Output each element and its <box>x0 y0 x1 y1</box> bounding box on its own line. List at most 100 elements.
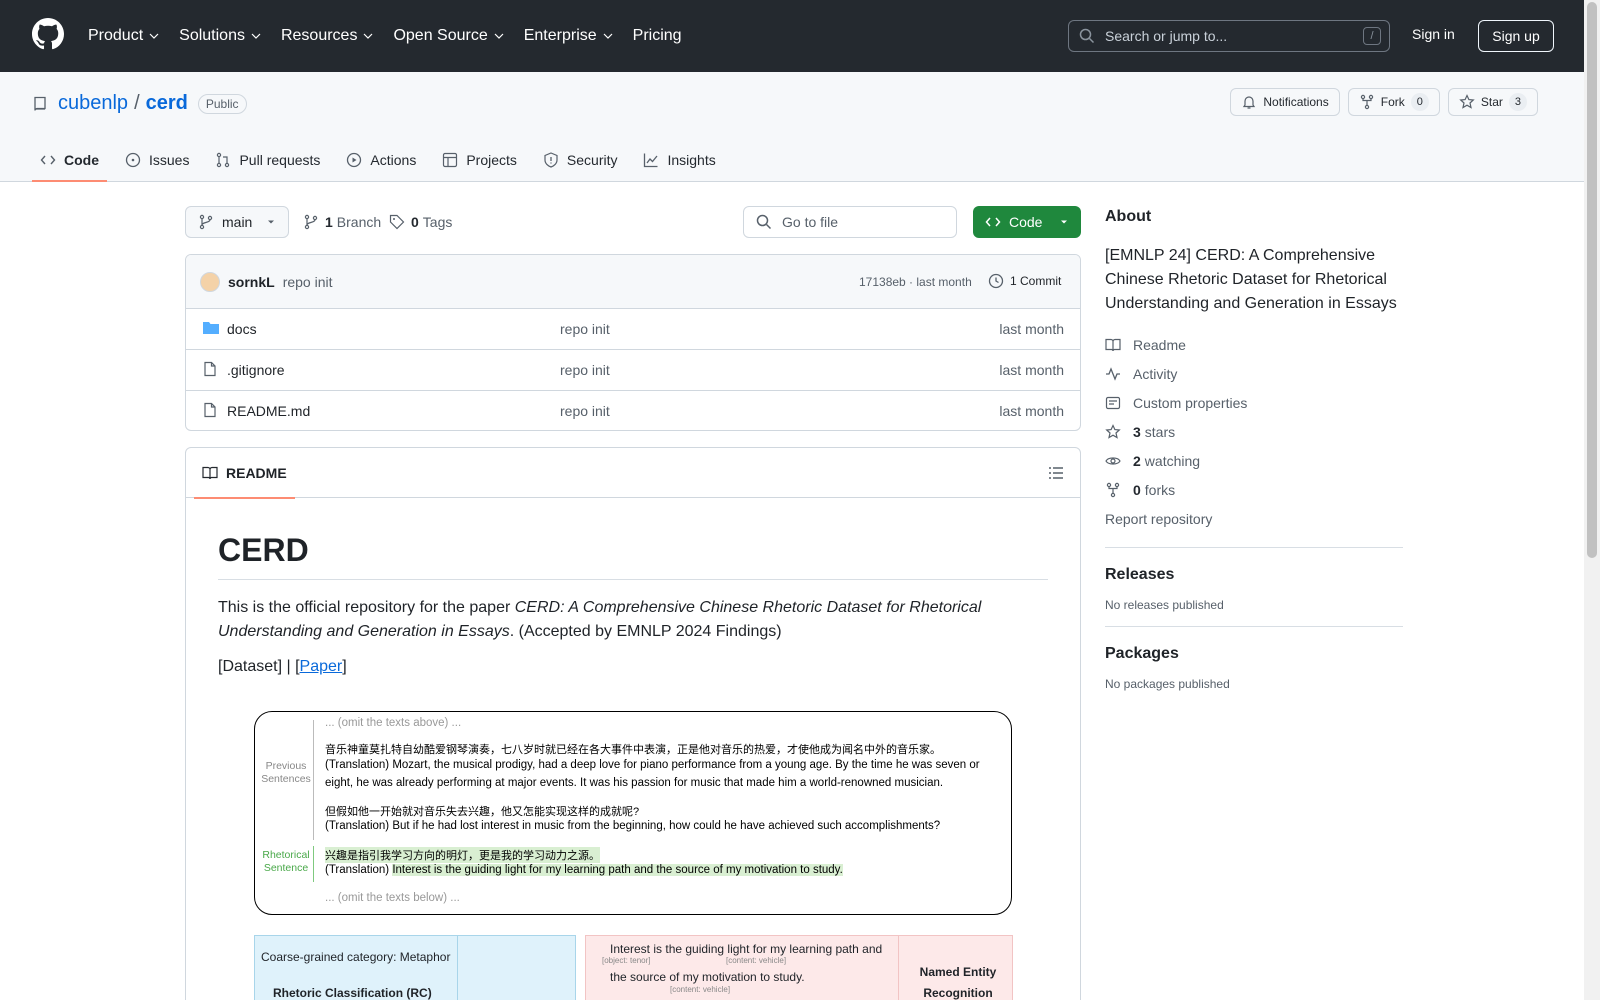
bell-icon <box>1243 96 1256 109</box>
rc-title: Rhetoric Classification (RC) <box>273 986 432 1000</box>
tab-security[interactable]: Security <box>535 140 626 180</box>
tab-code[interactable]: Code <box>32 140 107 182</box>
github-logo-icon[interactable] <box>32 18 64 50</box>
stars-word: stars <box>1144 423 1176 440</box>
page-scrollbar[interactable] <box>1584 0 1600 1000</box>
readme-figure-example: ... (omit the texts above) ... Previous … <box>254 711 1012 915</box>
nav-resources[interactable]: Resources <box>281 27 373 45</box>
dataset-text: [Dataset] | [ <box>218 658 300 675</box>
tag-word: Tags <box>422 214 453 230</box>
file-row-gitignore[interactable]: .gitignore repo init last month <box>186 350 1080 391</box>
rc-task-box: Coarse-grained category: Metaphor Rhetor… <box>254 935 576 1000</box>
notifications-button[interactable]: Notifications <box>1230 88 1340 116</box>
tab-actions-label: Actions <box>370 152 417 168</box>
fork-button[interactable]: Fork 0 <box>1347 88 1440 116</box>
nav-open-source[interactable]: Open Source <box>393 27 504 45</box>
tag-icon <box>389 214 405 230</box>
nav-product[interactable]: Product <box>88 27 159 45</box>
note-icon <box>1105 396 1121 409</box>
readme-tab[interactable]: README <box>194 448 295 499</box>
repo-owner-link[interactable]: cubenlp <box>58 92 128 115</box>
code-icon <box>40 155 56 165</box>
nav-pricing[interactable]: Pricing <box>633 27 682 45</box>
translation-3-prefix: (Translation) <box>325 864 393 876</box>
repo-name-link[interactable]: cerd <box>146 92 188 115</box>
activity-link[interactable]: Activity <box>1105 359 1403 388</box>
eye-icon <box>1105 456 1121 465</box>
code-dropdown-button[interactable]: Code <box>973 206 1081 238</box>
report-repository-link[interactable]: Report repository <box>1105 504 1403 533</box>
ner-tag-vehicle-2: [content: vehicle] <box>670 985 731 994</box>
file-name[interactable]: README.md <box>227 403 310 419</box>
repo-icon <box>34 96 46 111</box>
translation-3-highlight: Interest is the guiding light for my lea… <box>392 864 843 876</box>
commit-message-link[interactable]: repo init <box>283 274 333 290</box>
go-to-file-input[interactable]: Go to file <box>743 206 957 238</box>
releases-heading[interactable]: Releases <box>1105 566 1403 584</box>
list-unordered-icon[interactable] <box>1048 465 1064 481</box>
repo-description: [EMNLP 24] CERD: A Comprehensive Chinese… <box>1105 247 1397 312</box>
scrollbar-thumb[interactable] <box>1587 2 1597 558</box>
search-icon <box>1079 28 1095 44</box>
star-icon <box>1459 94 1475 109</box>
ner-line-2: the source of my motivation to study. <box>610 970 805 984</box>
packages-heading[interactable]: Packages <box>1105 645 1403 663</box>
chevron-down-icon <box>494 33 504 39</box>
file-name[interactable]: docs <box>227 321 257 337</box>
commit-author-link[interactable]: sornkL <box>228 274 275 290</box>
shield-icon <box>544 152 558 168</box>
watchers-link[interactable]: 2 watching <box>1105 446 1403 475</box>
readme-body: CERD This is the official repository for… <box>186 532 1080 676</box>
packages-text: No packages published <box>1105 677 1230 691</box>
commit-hash-time[interactable]: 17138eb · last month <box>859 275 972 289</box>
readme-link[interactable]: Readme <box>1105 330 1403 359</box>
file-commit-message[interactable]: repo init <box>560 403 610 419</box>
branches-link[interactable]: 1 Branch <box>303 214 381 230</box>
tags-link[interactable]: 0 Tags <box>389 214 452 230</box>
tab-issues[interactable]: Issues <box>117 140 197 180</box>
chevron-down-icon <box>364 33 373 39</box>
tab-actions[interactable]: Actions <box>338 140 424 180</box>
custom-properties-link[interactable]: Custom properties <box>1105 388 1403 417</box>
stars-link[interactable]: 3 stars <box>1105 417 1403 446</box>
go-to-file-placeholder: Go to file <box>782 214 839 230</box>
search-input[interactable]: Search or jump to... / <box>1068 20 1390 52</box>
star-button[interactable]: Star 3 <box>1447 88 1538 116</box>
file-row-docs[interactable]: docs repo init last month <box>186 309 1080 350</box>
tab-pull-requests[interactable]: Pull requests <box>207 140 328 180</box>
caret-down-icon <box>268 220 275 224</box>
nav-solutions[interactable]: Solutions <box>179 27 261 45</box>
omit-below-text: ... (omit the texts below) ... <box>325 892 460 904</box>
translation-1: (Translation) Mozart, the musical prodig… <box>325 759 980 789</box>
file-commit-message[interactable]: repo init <box>560 321 610 337</box>
paper-link[interactable]: Paper <box>300 658 343 675</box>
tab-insights[interactable]: Insights <box>635 140 723 180</box>
tab-projects[interactable]: Projects <box>434 140 525 180</box>
sign-up-button[interactable]: Sign up <box>1478 20 1554 52</box>
forks-word: forks <box>1144 481 1176 498</box>
caret-down-icon <box>1061 220 1067 224</box>
file-commit-message[interactable]: repo init <box>560 362 610 378</box>
chinese-sentence-1: 音乐神童莫扎特自幼酷爱钢琴演奏，七八岁时就已经在各大事件中表演，正是他对音乐的热… <box>325 744 941 756</box>
branch-select-button[interactable]: main <box>185 206 289 238</box>
tab-code-label: Code <box>64 152 99 168</box>
commit-history-link[interactable]: 1 Commit <box>988 273 1061 289</box>
nav-enterprise[interactable]: Enterprise <box>524 27 613 45</box>
ner-title: Named Entity Recognition <box>919 965 997 1000</box>
tag-count: 0 <box>411 214 419 230</box>
readme-title: CERD <box>218 532 1048 580</box>
tab-pull-requests-label: Pull requests <box>239 152 321 168</box>
avatar[interactable] <box>200 271 220 292</box>
pull-request-icon <box>217 152 230 168</box>
sidebar-divider <box>1105 547 1403 548</box>
tab-security-label: Security <box>566 152 618 168</box>
file-name[interactable]: .gitignore <box>227 362 285 378</box>
repo-separator: / <box>134 92 140 114</box>
repo-tabs: Code Issues Pull requests Actions Projec… <box>32 140 734 182</box>
star-count: 3 <box>1508 93 1527 111</box>
sign-in-link[interactable]: Sign in <box>1412 26 1455 42</box>
book-icon <box>202 466 218 480</box>
file-row-readme[interactable]: README.md repo init last month <box>186 391 1080 430</box>
about-heading: About <box>1105 208 1152 225</box>
forks-link[interactable]: 0 forks <box>1105 475 1403 504</box>
